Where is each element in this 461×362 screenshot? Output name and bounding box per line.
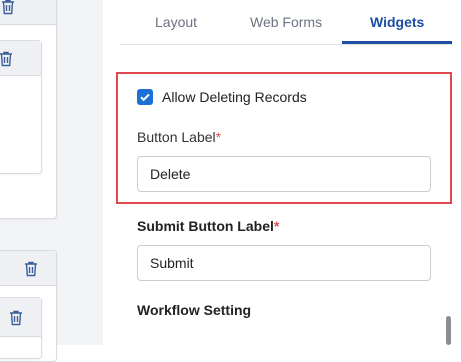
- button-label-input[interactable]: Delete: [137, 156, 431, 192]
- button-label-text: Button Label: [137, 129, 216, 145]
- allow-deleting-label: Allow Deleting Records: [162, 89, 307, 105]
- scrollbar-thumb[interactable]: [446, 316, 451, 345]
- tab-web-forms[interactable]: Web Forms: [250, 14, 322, 30]
- tab-widgets[interactable]: Widgets: [370, 14, 424, 30]
- tab-bar: Layout Web Forms Widgets: [120, 0, 452, 45]
- check-icon: [140, 93, 150, 102]
- form-card: [0, 297, 42, 359]
- submit-button-label-label: Submit Button Label*: [137, 218, 279, 234]
- panel-gutter: [90, 0, 103, 345]
- trash-icon[interactable]: [1, 0, 15, 15]
- submit-button-label-text: Submit Button Label: [137, 218, 274, 234]
- trash-icon[interactable]: [9, 310, 23, 326]
- workflow-setting-heading: Workflow Setting: [137, 302, 252, 318]
- submit-button-label-input[interactable]: Submit: [137, 245, 431, 281]
- button-label-label: Button Label*: [137, 129, 221, 145]
- form-card: [0, 40, 42, 174]
- trash-icon[interactable]: [24, 261, 38, 277]
- required-mark: *: [273, 218, 280, 234]
- active-tab-indicator: [342, 41, 452, 44]
- allow-deleting-checkbox[interactable]: [137, 89, 153, 105]
- tab-layout[interactable]: Layout: [155, 14, 197, 30]
- required-mark: *: [215, 129, 222, 145]
- trash-icon[interactable]: [0, 51, 13, 67]
